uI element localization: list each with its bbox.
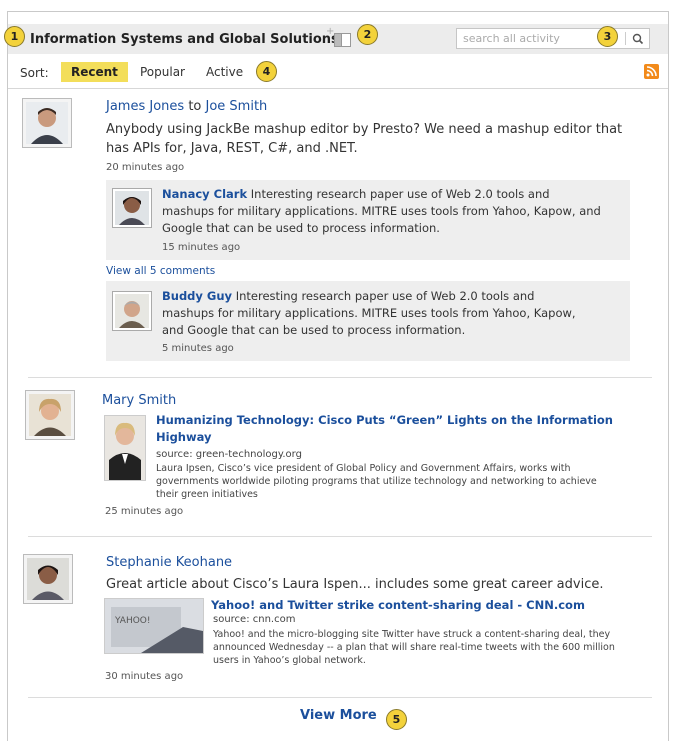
author-link[interactable]: James Jones	[106, 99, 184, 114]
comment-box: Nanacy Clark Interesting research paper …	[106, 180, 630, 260]
search-box[interactable]	[456, 28, 650, 49]
avatar-mary-smith[interactable]	[25, 390, 75, 440]
feed-item-1-header: James Jones to Joe Smith	[106, 99, 267, 114]
callout-4: 4	[256, 61, 277, 82]
sort-tab-active[interactable]: Active	[196, 62, 253, 82]
callout-3: 3	[597, 26, 618, 47]
comment-time: 15 minutes ago	[162, 242, 241, 253]
callout-1: 1	[4, 26, 25, 47]
svg-text:YAHOO!: YAHOO!	[114, 616, 151, 626]
comment-box: Buddy Guy Interesting research paper use…	[106, 281, 630, 361]
search-divider	[625, 32, 626, 45]
feed-item-3-time: 30 minutes ago	[105, 671, 184, 682]
header-divider	[8, 88, 668, 89]
article-thumbnail[interactable]	[104, 415, 146, 481]
sort-tab-popular[interactable]: Popular	[130, 62, 195, 82]
article-title-link[interactable]: Humanizing Technology: Cisco Puts “Green…	[156, 412, 626, 446]
avatar-buddy-guy[interactable]	[112, 291, 152, 331]
widget-header: Information Systems and Global Solutions…	[8, 24, 668, 54]
article-description: Yahoo! and the micro-blogging site Twitt…	[213, 629, 615, 666]
author-link[interactable]: Stephanie Keohane	[106, 555, 232, 570]
widget-title: Information Systems and Global Solutions	[30, 32, 339, 47]
article-thumbnail[interactable]: YAHOO!	[104, 598, 204, 654]
rss-icon[interactable]	[644, 64, 659, 79]
sort-tab-recent[interactable]: Recent	[61, 62, 128, 82]
callout-5: 5	[386, 709, 407, 730]
article-source: source: green-technology.org	[156, 449, 302, 460]
activity-widget: Information Systems and Global Solutions…	[7, 11, 669, 741]
comment-author-link[interactable]: Buddy Guy	[162, 289, 232, 303]
avatar-stephanie-keohane[interactable]	[23, 554, 73, 604]
widget-layout-icon[interactable]: +	[326, 26, 352, 48]
feed-item-2-time: 25 minutes ago	[105, 506, 184, 517]
article-description: Laura Ipsen, Cisco’s vice president of G…	[156, 463, 597, 500]
avatar-nanacy-clark[interactable]	[112, 188, 152, 228]
connector-text: to	[188, 99, 202, 114]
comment-text: Buddy Guy Interesting research paper use…	[162, 288, 582, 339]
view-all-comments-link[interactable]: View all 5 comments	[106, 265, 215, 277]
feed-item-1-time: 20 minutes ago	[106, 162, 185, 173]
feed-item-1-text: Anybody using JackBe mashup editor by Pr…	[106, 122, 623, 156]
feed-divider	[28, 377, 652, 378]
feed-item-2-header: Mary Smith	[102, 393, 176, 408]
sort-bar: Sort: Recent Popular Active	[8, 60, 668, 85]
author-link[interactable]: Mary Smith	[102, 393, 176, 408]
sort-label: Sort:	[20, 66, 49, 80]
search-icon[interactable]	[629, 30, 647, 48]
avatar-james-jones[interactable]	[22, 98, 72, 148]
feed-divider	[28, 697, 652, 698]
feed-item-3-header: Stephanie Keohane	[106, 555, 232, 570]
target-link[interactable]: Joe Smith	[206, 99, 268, 114]
article-title-link[interactable]: Yahoo! and Twitter strike content-sharin…	[211, 597, 651, 614]
feed-divider	[28, 536, 652, 537]
comment-text: Nanacy Clark Interesting research paper …	[162, 186, 602, 237]
article-source: source: cnn.com	[213, 614, 296, 625]
view-more-link[interactable]: View More	[300, 708, 377, 723]
feed-item-3-text: Great article about Cisco’s Laura Ispen.…	[106, 577, 604, 592]
callout-2: 2	[357, 24, 378, 45]
comment-time: 5 minutes ago	[162, 343, 234, 354]
comment-author-link[interactable]: Nanacy Clark	[162, 187, 247, 201]
